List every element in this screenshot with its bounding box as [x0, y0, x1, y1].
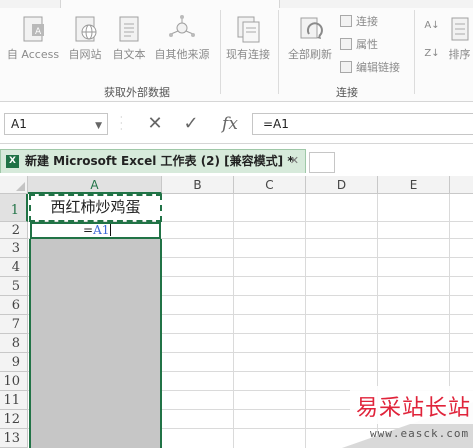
refresh-all-label: 全部刷新 — [288, 48, 332, 61]
column-header-a[interactable]: A — [28, 176, 162, 194]
row-header-3[interactable]: 3 — [0, 239, 28, 258]
row-header-5[interactable]: 5 — [0, 277, 28, 296]
name-box-value: A1 — [11, 117, 27, 131]
ribbon-separator — [414, 10, 415, 94]
column-header-d[interactable]: D — [306, 176, 378, 194]
ribbon-tab-strip — [0, 0, 473, 8]
sort-icon — [451, 17, 468, 41]
cell-a2-formula-ref: A1 — [93, 223, 110, 237]
excel-window: A 自 Access 自网站 自文本 自其他来源 现有连接 全部刷新 连接 属性… — [0, 0, 473, 448]
row-header-4[interactable]: 4 — [0, 258, 28, 277]
connections-button[interactable]: 连接 — [340, 14, 378, 30]
workbook-tab-title: 新建 Microsoft Excel 工作表 (2) [兼容模式] * — [25, 154, 294, 168]
column-header-e[interactable]: E — [378, 176, 450, 194]
row-header-9[interactable]: 9 — [0, 353, 28, 372]
cell-a2-editing[interactable]: =A1 — [30, 222, 161, 239]
refresh-all-icon — [300, 17, 323, 39]
new-workbook-tab-button[interactable] — [309, 152, 335, 173]
excel-icon: X — [6, 155, 19, 168]
edit-links-button[interactable]: 编辑链接 — [340, 60, 400, 76]
workbook-tab[interactable]: X 新建 Microsoft Excel 工作表 (2) [兼容模式] * ✕ — [0, 149, 306, 173]
select-all-triangle-icon — [16, 182, 25, 191]
access-db-icon: A — [23, 16, 44, 42]
from-other-sources-button[interactable]: 自其他来源 — [150, 14, 214, 61]
existing-connections-icon — [237, 16, 260, 43]
column-header-b[interactable]: B — [162, 176, 234, 194]
connections-label: 连接 — [356, 15, 378, 28]
ribbon-active-tab[interactable] — [60, 0, 280, 8]
text-file-icon — [119, 16, 139, 42]
group-label-connections: 连接 — [336, 86, 358, 99]
insert-function-button[interactable]: fx — [212, 112, 248, 136]
row-header-7[interactable]: 7 — [0, 315, 28, 334]
name-box[interactable]: A1 ▼ — [4, 113, 108, 135]
watermark: 易采站长站 www.easck.com — [330, 386, 473, 448]
svg-text:A: A — [35, 27, 42, 37]
properties-button[interactable]: 属性 — [340, 37, 378, 53]
existing-connections-button[interactable]: 现有连接 — [222, 14, 274, 61]
edit-links-icon — [340, 61, 352, 73]
other-sources-icon — [169, 15, 195, 37]
row-header-11[interactable]: 11 — [0, 391, 28, 410]
formula-input[interactable]: =A1 — [252, 113, 473, 135]
sort-az-icon: A↓ — [424, 20, 440, 31]
existing-connections-label: 现有连接 — [226, 48, 270, 61]
row-header-2[interactable]: 2 — [0, 222, 28, 239]
selection-outline — [29, 239, 162, 448]
properties-label: 属性 — [356, 38, 378, 51]
ribbon-separator — [220, 10, 221, 94]
web-globe-icon — [75, 16, 97, 42]
sort-button[interactable]: 排序 — [446, 14, 473, 61]
column-header-c[interactable]: C — [234, 176, 306, 194]
select-all-button[interactable] — [0, 176, 28, 194]
copy-marquee — [29, 194, 162, 222]
sort-descending-button[interactable]: Z↓ — [422, 48, 442, 60]
watermark-text: 易采站长站 — [356, 396, 472, 421]
text-caret — [110, 224, 112, 236]
column-header-f[interactable] — [450, 176, 473, 194]
row-header-13[interactable]: 13 — [0, 429, 28, 448]
formula-bar-grip-icon: · · · — [120, 113, 123, 134]
cancel-entry-button[interactable]: ✕ — [142, 112, 168, 136]
edit-links-label: 编辑链接 — [356, 61, 400, 74]
row-header-8[interactable]: 8 — [0, 334, 28, 353]
refresh-all-button[interactable]: 全部刷新 — [284, 14, 336, 61]
from-access-button[interactable]: A 自 Access — [4, 14, 62, 61]
sort-za-icon: Z↓ — [424, 48, 440, 59]
connections-icon — [340, 15, 352, 27]
close-workbook-icon[interactable]: ✕ — [290, 150, 299, 172]
row-header-1[interactable]: 1 — [0, 194, 28, 222]
sort-label: 排序 — [448, 48, 471, 61]
watermark-url: www.easck.com — [370, 427, 470, 440]
sort-ascending-button[interactable]: A↓ — [422, 20, 442, 32]
from-text-button[interactable]: 自文本 — [108, 14, 150, 61]
row-header-12[interactable]: 12 — [0, 410, 28, 429]
cell-a2-formula-prefix: = — [83, 223, 94, 237]
row-header-6[interactable]: 6 — [0, 296, 28, 315]
ribbon-data-tab: A 自 Access 自网站 自文本 自其他来源 现有连接 全部刷新 连接 属性… — [0, 0, 473, 102]
group-label-get-external-data: 获取外部数据 — [104, 86, 170, 99]
ribbon-separator — [278, 10, 279, 94]
row-header-10[interactable]: 10 — [0, 372, 28, 391]
from-web-label: 自网站 — [68, 48, 102, 61]
from-access-label: 自 Access — [6, 48, 60, 61]
workbook-tab-bar: X 新建 Microsoft Excel 工作表 (2) [兼容模式] * ✕ — [0, 144, 473, 176]
name-box-dropdown-icon[interactable]: ▼ — [95, 116, 102, 136]
properties-icon — [340, 38, 352, 50]
enter-entry-button[interactable]: ✓ — [178, 112, 204, 136]
formula-bar: A1 ▼ · · · ✕ ✓ fx =A1 — [0, 102, 473, 144]
from-text-label: 自文本 — [112, 48, 146, 61]
from-web-button[interactable]: 自网站 — [64, 14, 106, 61]
from-other-sources-label: 自其他来源 — [154, 48, 210, 61]
